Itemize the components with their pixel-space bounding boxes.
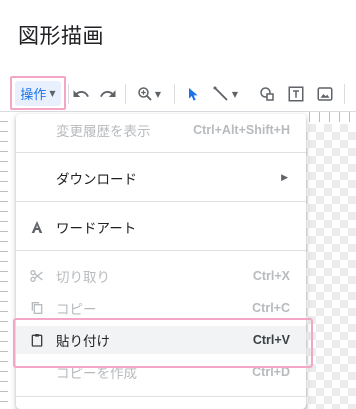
undo-icon[interactable] <box>70 83 92 105</box>
textbox-icon[interactable] <box>285 83 307 105</box>
actions-label: 操作 <box>20 87 47 103</box>
zoom-caret-icon[interactable]: ▼ <box>153 83 163 105</box>
drawing-toolbar: 操作 ▼ ▼ ▼ <box>0 76 356 112</box>
toolbar-divider <box>125 84 126 104</box>
menu-item-label: ワードアート <box>56 221 137 237</box>
copy-icon <box>28 299 46 317</box>
paste-icon <box>28 331 46 349</box>
shortcut-text: Ctrl+Alt+Shift+H <box>193 123 290 137</box>
shortcut-text: Ctrl+D <box>252 365 290 379</box>
menu-item-version-history[interactable]: 変更履歴を表示 Ctrl+Alt+Shift+H <box>16 116 306 144</box>
menu-item-label: コピーを作成 <box>56 366 137 382</box>
actions-menu: 変更履歴を表示 Ctrl+Alt+Shift+H ダウンロード ▶ ワードアート… <box>16 114 306 409</box>
wordart-icon <box>28 218 46 236</box>
shortcut-text: Ctrl+C <box>252 301 290 315</box>
menu-divider <box>16 201 306 202</box>
shortcut-text: Ctrl+X <box>252 269 290 283</box>
submenu-arrow-icon: ▶ <box>281 173 288 183</box>
shape-icon[interactable] <box>256 83 278 105</box>
menu-item-label: コピー <box>56 302 97 318</box>
horizontal-ruler <box>300 112 356 122</box>
select-icon[interactable] <box>182 83 204 105</box>
menu-item-copy[interactable]: コピー Ctrl+C <box>16 294 306 322</box>
menu-item-label: 切り取り <box>56 270 110 286</box>
line-caret-icon[interactable]: ▼ <box>230 83 240 105</box>
shortcut-text: Ctrl+V <box>252 333 290 347</box>
menu-item-wordart[interactable]: ワードアート <box>16 213 306 241</box>
line-icon[interactable] <box>210 83 232 105</box>
drawing-dialog: 図形描画 操作 ▼ ▼ ▼ 変更履歴を表示 Ctrl+Alt+Shift+H ダ… <box>0 0 356 409</box>
caret-down-icon: ▼ <box>49 88 56 98</box>
toolbar-divider <box>344 84 345 104</box>
menu-item-paste[interactable]: 貼り付け Ctrl+V <box>16 326 306 354</box>
menu-divider <box>16 396 306 397</box>
scissors-icon <box>28 267 46 285</box>
toolbar-divider <box>174 84 175 104</box>
redo-icon[interactable] <box>97 83 119 105</box>
menu-item-label: 貼り付け <box>56 334 110 350</box>
toolbar-divider <box>68 84 69 104</box>
menu-item-label: ダウンロード <box>56 172 137 188</box>
drawing-canvas[interactable] <box>300 124 356 409</box>
actions-menu-button[interactable]: 操作 ▼ <box>10 76 66 110</box>
menu-item-label: 変更履歴を表示 <box>56 124 151 140</box>
menu-divider <box>16 152 306 153</box>
menu-item-cut[interactable]: 切り取り Ctrl+X <box>16 262 306 290</box>
menu-divider <box>16 250 306 251</box>
image-icon[interactable] <box>314 83 336 105</box>
menu-item-duplicate[interactable]: コピーを作成 Ctrl+D <box>16 358 306 386</box>
dialog-title: 図形描画 <box>18 24 104 48</box>
vertical-ruler <box>0 112 8 409</box>
menu-item-download[interactable]: ダウンロード ▶ <box>16 164 306 192</box>
